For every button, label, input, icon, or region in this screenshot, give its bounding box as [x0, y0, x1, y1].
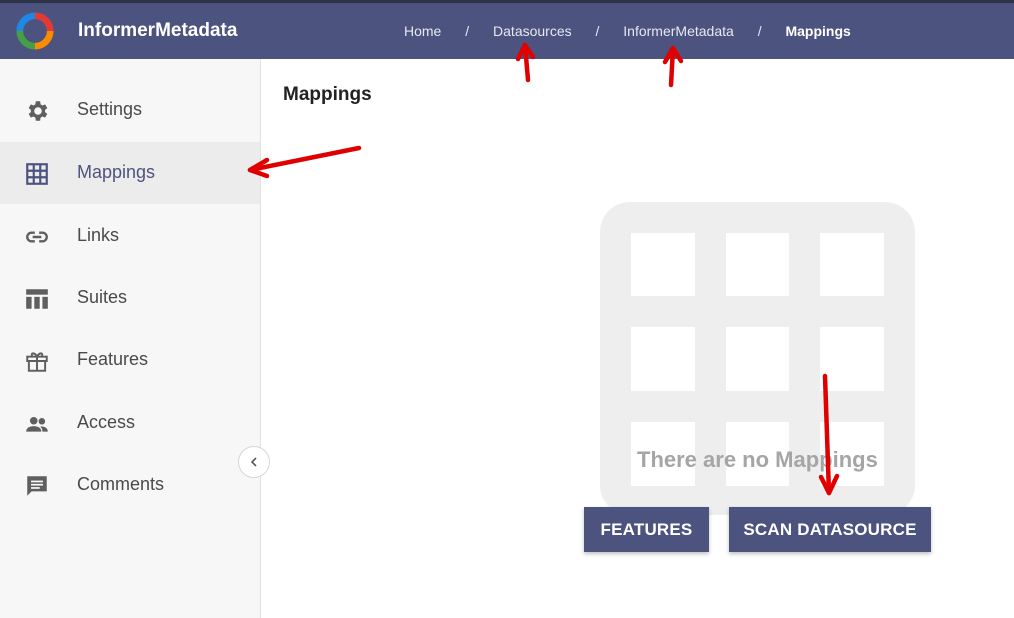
sidebar-item-comments[interactable]: Comments	[0, 454, 260, 516]
breadcrumb-informermetadata[interactable]: InformerMetadata	[623, 23, 734, 39]
breadcrumb: Home / Datasources / InformerMetadata / …	[404, 23, 851, 39]
breadcrumb-datasources[interactable]: Datasources	[493, 23, 572, 39]
table-icon	[26, 289, 48, 309]
breadcrumb-current: Mappings	[785, 23, 851, 39]
sidebar-item-label: Comments	[77, 474, 165, 494]
sidebar-item-label: Features	[77, 349, 149, 369]
features-button[interactable]: FEATURES	[584, 507, 709, 552]
empty-state-message: There are no Mappings	[637, 447, 878, 472]
sidebar-item-label: Mappings	[77, 162, 156, 182]
chevron-left-icon	[250, 457, 257, 467]
grid-icon	[26, 163, 48, 185]
scan-datasource-button[interactable]: SCAN DATASOURCE	[729, 507, 931, 552]
top-bar: InformerMetadata Home / Datasources / In…	[0, 0, 1014, 59]
sidebar-item-links[interactable]: Links	[0, 205, 260, 267]
app-logo-icon[interactable]	[16, 12, 54, 50]
breadcrumb-home[interactable]: Home	[404, 23, 441, 39]
breadcrumb-separator: /	[757, 23, 762, 39]
sidebar-item-label: Settings	[77, 99, 143, 119]
breadcrumb-separator: /	[465, 23, 470, 39]
sidebar-item-settings[interactable]: Settings	[0, 79, 260, 141]
sidebar-item-label: Links	[77, 225, 120, 245]
gear-icon	[28, 101, 48, 121]
sidebar-item-features[interactable]: Features	[0, 329, 260, 391]
sidebar-item-mappings[interactable]: Mappings	[0, 142, 260, 204]
arrow-icon	[247, 145, 362, 179]
sidebar-collapse-button[interactable]	[238, 446, 270, 478]
sidebar: Settings Mappings Links Suites Features …	[0, 59, 261, 618]
gift-icon	[26, 352, 48, 372]
page-title: Mappings	[283, 84, 372, 105]
sidebar-item-label: Access	[77, 412, 136, 432]
breadcrumb-separator: /	[595, 23, 600, 39]
sidebar-item-access[interactable]: Access	[0, 392, 260, 454]
sidebar-item-suites[interactable]: Suites	[0, 267, 260, 329]
link-icon	[26, 231, 48, 243]
people-icon	[26, 416, 48, 432]
app-title[interactable]: InformerMetadata	[78, 20, 237, 42]
sidebar-item-label: Suites	[77, 287, 128, 307]
comment-icon	[27, 476, 47, 496]
